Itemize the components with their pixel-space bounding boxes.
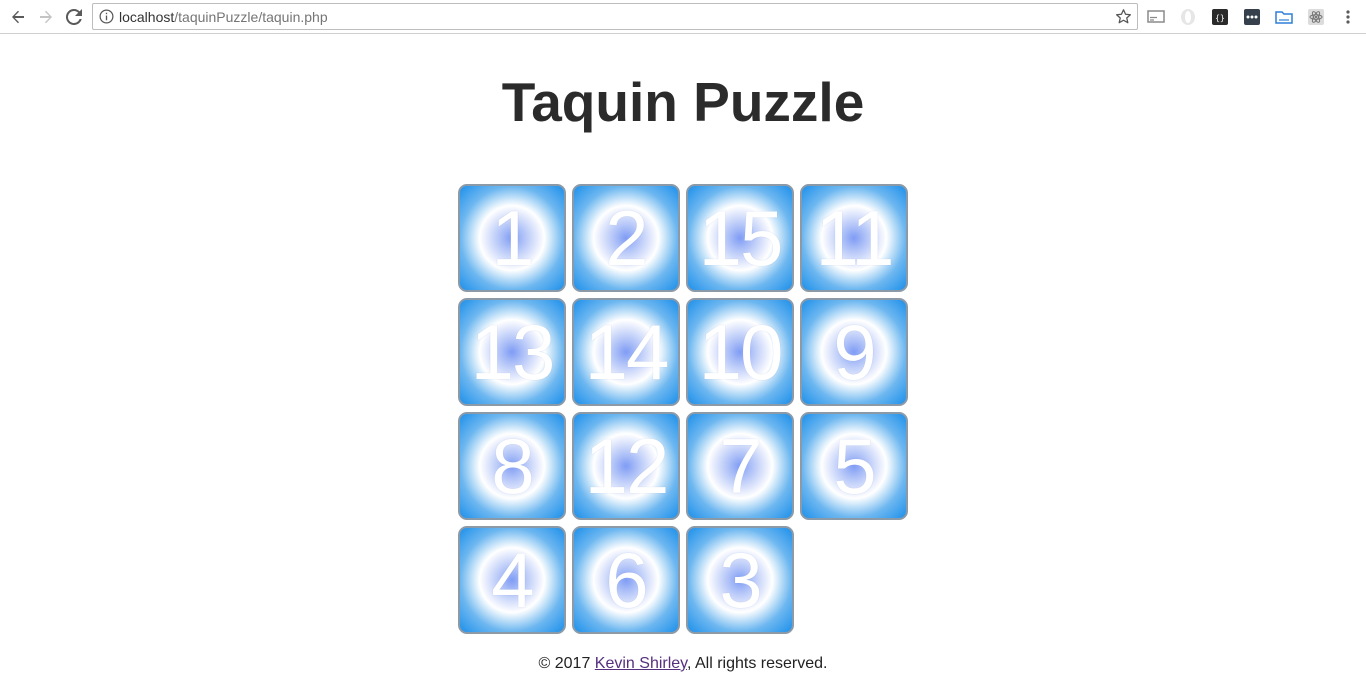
tile-number: 4	[491, 536, 534, 624]
dots-box-icon[interactable]	[1242, 7, 1262, 27]
puzzle-tile[interactable]: 15	[686, 184, 794, 292]
reload-icon[interactable]	[62, 5, 86, 29]
svg-text:{}: {}	[1215, 14, 1225, 23]
puzzle-tile[interactable]: 7	[686, 412, 794, 520]
puzzle-tile[interactable]: 2	[572, 184, 680, 292]
forward-icon[interactable]	[34, 5, 58, 29]
tile-number: 13	[470, 308, 556, 396]
puzzle-tile[interactable]: 13	[458, 298, 566, 406]
url-text[interactable]: localhost/taquinPuzzle/taquin.php	[119, 9, 328, 25]
footer-copyright: © 2017	[538, 655, 595, 672]
tile-number: 3	[719, 536, 762, 624]
puzzle-tile[interactable]: 10	[686, 298, 794, 406]
tile-number: 9	[833, 308, 876, 396]
puzzle-tile[interactable]: 3	[686, 526, 794, 634]
puzzle-tile[interactable]: 12	[572, 412, 680, 520]
star-icon[interactable]	[1115, 8, 1132, 25]
tile-number: 15	[698, 194, 784, 282]
puzzle-tile[interactable]: 11	[800, 184, 908, 292]
react-icon[interactable]	[1306, 7, 1326, 27]
author-link[interactable]: Kevin Shirley	[595, 655, 687, 672]
tile-number: 2	[605, 194, 648, 282]
footer-rights: , All rights reserved.	[686, 655, 828, 672]
puzzle-board: 1 2 15 11 13 14 10 9 8 12 7 5 4 6 3	[458, 184, 914, 640]
code-icon[interactable]: {}	[1210, 7, 1230, 27]
page-title: Taquin Puzzle	[501, 71, 865, 133]
puzzle-tile[interactable]: 6	[572, 526, 680, 634]
puzzle-tile[interactable]: 8	[458, 412, 566, 520]
puzzle-tile[interactable]: 14	[572, 298, 680, 406]
tile-number: 1	[491, 194, 534, 282]
tile-number: 7	[719, 422, 762, 510]
url-path: /taquinPuzzle/taquin.php	[174, 9, 328, 25]
tile-number: 10	[698, 308, 784, 396]
tile-number: 11	[815, 194, 895, 282]
tile-number: 12	[584, 422, 670, 510]
tile-number: 5	[833, 422, 876, 510]
puzzle-tile[interactable]: 4	[458, 526, 566, 634]
tile-number: 6	[605, 536, 648, 624]
puzzle-tile[interactable]: 1	[458, 184, 566, 292]
folder-icon[interactable]	[1274, 7, 1294, 27]
browser-toolbar: localhost/taquinPuzzle/taquin.php {}	[0, 0, 1366, 34]
puzzle-tile[interactable]: 5	[800, 412, 908, 520]
footer: © 2017 Kevin Shirley, All rights reserve…	[0, 654, 1366, 674]
url-host: localhost	[119, 9, 175, 25]
puzzle-tile[interactable]: 9	[800, 298, 908, 406]
info-icon[interactable]	[99, 9, 114, 24]
back-icon[interactable]	[6, 5, 30, 29]
cast-icon[interactable]	[1146, 7, 1166, 27]
extension-icon[interactable]	[1178, 7, 1198, 27]
tile-number: 14	[584, 308, 670, 396]
tile-number: 8	[491, 422, 534, 510]
menu-icon[interactable]	[1338, 7, 1358, 27]
address-bar[interactable]: localhost/taquinPuzzle/taquin.php	[92, 3, 1138, 30]
